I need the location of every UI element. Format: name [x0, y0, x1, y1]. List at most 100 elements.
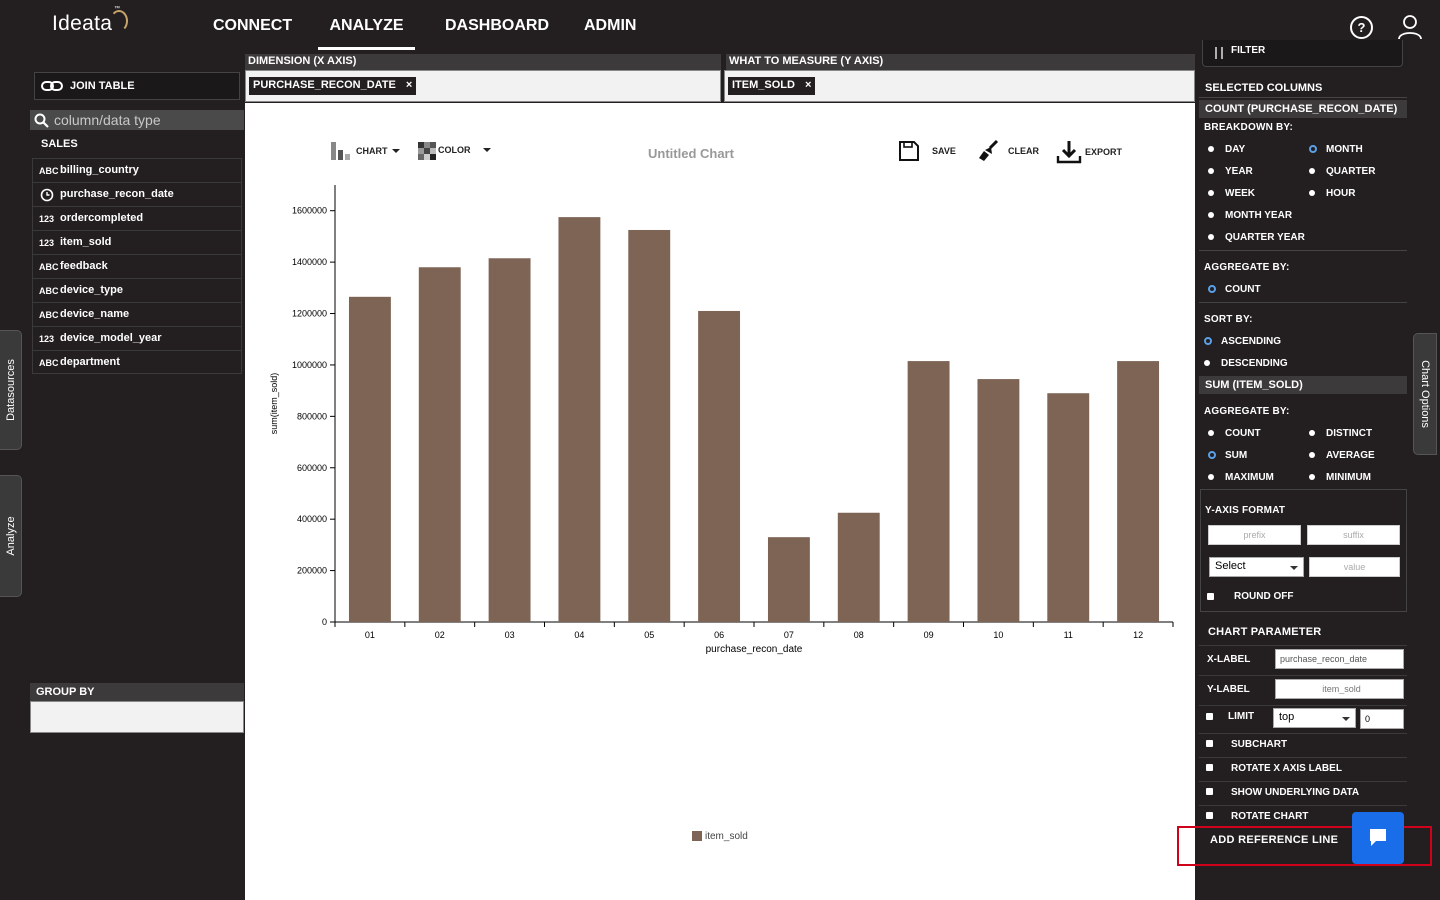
bar-04: [558, 217, 601, 622]
x-tick-label: 04: [574, 630, 584, 640]
nav-dashboard[interactable]: DASHBOARD: [445, 0, 549, 52]
x-tick-label: 09: [924, 630, 934, 640]
x-tick-label: 11: [1064, 630, 1073, 640]
sort-ascending-radio[interactable]: ASCENDING: [1204, 336, 1281, 347]
count-aggregate-radio[interactable]: COUNT: [1208, 284, 1261, 295]
limit-value-input[interactable]: [1360, 709, 1404, 729]
analyze-tab[interactable]: Analyze: [0, 475, 22, 597]
x-axis-dropzone[interactable]: PURCHASE_RECON_DATE ×: [245, 70, 721, 102]
chat-widget-button[interactable]: [1352, 812, 1404, 864]
suffix-input[interactable]: [1307, 525, 1400, 545]
breakdown-month-year-radio[interactable]: MONTH YEAR: [1208, 210, 1292, 221]
breakdown-month-radio[interactable]: MONTH: [1309, 144, 1363, 155]
x-axis-chip[interactable]: PURCHASE_RECON_DATE ×: [249, 77, 417, 95]
subchart-label: SUBCHART: [1231, 739, 1288, 750]
field-item[interactable]: purchase_recon_date: [32, 182, 242, 206]
format-select[interactable]: Select: [1209, 557, 1304, 577]
number-type-icon: 123: [39, 334, 55, 344]
datasources-tab[interactable]: Datasources: [0, 330, 22, 450]
show-underlying-data-checkbox[interactable]: [1206, 788, 1213, 795]
x-axis-label: DIMENSION (X AXIS): [245, 54, 721, 70]
sort-descending-radio[interactable]: DESCENDING: [1204, 358, 1288, 369]
filter-button[interactable]: FILTER: [1202, 40, 1403, 67]
bar-05: [628, 229, 671, 622]
field-item[interactable]: ABC department: [32, 350, 242, 374]
y-tick-label: 1600000: [292, 206, 327, 216]
remove-x-chip-icon[interactable]: ×: [406, 79, 412, 91]
breakdown-by-label: BREAKDOWN BY:: [1204, 122, 1294, 133]
field-item[interactable]: ABC billing_country: [32, 158, 242, 182]
agg-average-radio[interactable]: AVERAGE: [1309, 450, 1375, 461]
agg-sum-radio[interactable]: SUM: [1208, 450, 1247, 461]
join-table-button[interactable]: JOIN TABLE: [34, 72, 240, 100]
bar-02: [418, 267, 461, 622]
x-label-input[interactable]: [1275, 649, 1404, 669]
limit-checkbox[interactable]: [1206, 713, 1213, 720]
subchart-checkbox[interactable]: [1206, 740, 1213, 747]
clock-icon: [40, 188, 54, 202]
rotate-chart-checkbox[interactable]: [1206, 812, 1213, 819]
group-by-dropzone[interactable]: [30, 701, 244, 733]
limit-select[interactable]: top: [1273, 708, 1356, 728]
chat-bubble-icon: [1370, 829, 1386, 846]
legend-swatch: [692, 831, 702, 841]
x-tick-label: 06: [714, 630, 724, 640]
breakdown-day-radio[interactable]: DAY: [1208, 144, 1245, 155]
user-profile-icon[interactable]: [1397, 14, 1423, 40]
breakdown-quarter-year-radio[interactable]: QUARTER YEAR: [1208, 232, 1305, 243]
prefix-input[interactable]: [1208, 525, 1301, 545]
x-label-label: X-LABEL: [1207, 654, 1251, 665]
breakdown-year-radio[interactable]: YEAR: [1208, 166, 1253, 177]
breakdown-week-radio[interactable]: WEEK: [1208, 188, 1255, 199]
y-axis-chip[interactable]: ITEM_SOLD ×: [728, 77, 816, 95]
number-type-icon: 123: [39, 214, 55, 224]
bar-06: [698, 310, 741, 622]
nav-admin[interactable]: ADMIN: [584, 0, 636, 52]
show-underlying-data-label: SHOW UNDERLYING DATA: [1231, 787, 1360, 798]
x-tick-label: 05: [644, 630, 654, 640]
legend-label: item_sold: [705, 831, 748, 842]
field-item[interactable]: 123 item_sold: [32, 230, 242, 254]
rotate-x-axis-checkbox[interactable]: [1206, 764, 1213, 771]
sum-column-header: SUM (ITEM_SOLD): [1199, 376, 1407, 394]
agg-distinct-radio[interactable]: DISTINCT: [1309, 428, 1372, 439]
logo-text: Ideata: [52, 12, 113, 35]
help-icon[interactable]: ?: [1350, 16, 1373, 39]
remove-y-chip-icon[interactable]: ×: [805, 79, 811, 91]
agg-count-radio[interactable]: COUNT: [1208, 428, 1261, 439]
chart-parameter-header: CHART PARAMETER: [1208, 626, 1322, 638]
agg-maximum-radio[interactable]: MAXIMUM: [1208, 472, 1274, 483]
sort-by-label: SORT BY:: [1204, 314, 1253, 325]
bar-07: [767, 537, 810, 622]
text-type-icon: ABC: [39, 262, 59, 272]
y-tick-label: 400000: [297, 514, 327, 524]
breakdown-quarter-radio[interactable]: QUARTER: [1309, 166, 1375, 177]
breakdown-hour-radio[interactable]: HOUR: [1309, 188, 1355, 199]
nav-analyze[interactable]: ANALYZE: [318, 0, 415, 52]
field-item[interactable]: 123 ordercompleted: [32, 206, 242, 230]
round-off-checkbox[interactable]: [1207, 593, 1214, 600]
y-axis-label: WHAT TO MEASURE (Y AXIS): [726, 54, 1195, 70]
field-item[interactable]: ABC device_name: [32, 302, 242, 326]
column-search-input[interactable]: [30, 110, 240, 130]
field-item[interactable]: 123 device_model_year: [32, 326, 242, 350]
text-type-icon: ABC: [39, 286, 59, 296]
bar-08: [837, 512, 880, 622]
agg-minimum-radio[interactable]: MINIMUM: [1309, 472, 1371, 483]
y-axis-dropzone[interactable]: ITEM_SOLD ×: [724, 70, 1195, 102]
count-column-header: COUNT (PURCHASE_RECON_DATE): [1199, 100, 1407, 118]
rotate-x-axis-label: ROTATE X AXIS LABEL: [1231, 763, 1342, 774]
link-icon: [41, 81, 63, 91]
chart-options-tab[interactable]: Chart Options: [1413, 333, 1437, 455]
limit-label: LIMIT: [1228, 711, 1255, 722]
filter-icon: [1215, 47, 1223, 59]
y-label-input[interactable]: [1275, 679, 1404, 699]
aggregate-by-label: AGGREGATE BY:: [1204, 262, 1290, 273]
y-tick-label: 600000: [297, 463, 327, 473]
ideata-logo[interactable]: Ideata ™: [52, 6, 128, 36]
nav-connect[interactable]: CONNECT: [213, 0, 292, 52]
logo-swirl-icon: [110, 10, 128, 32]
field-item[interactable]: ABC device_type: [32, 278, 242, 302]
format-value-input[interactable]: [1309, 557, 1400, 577]
field-item[interactable]: ABC feedback: [32, 254, 242, 278]
